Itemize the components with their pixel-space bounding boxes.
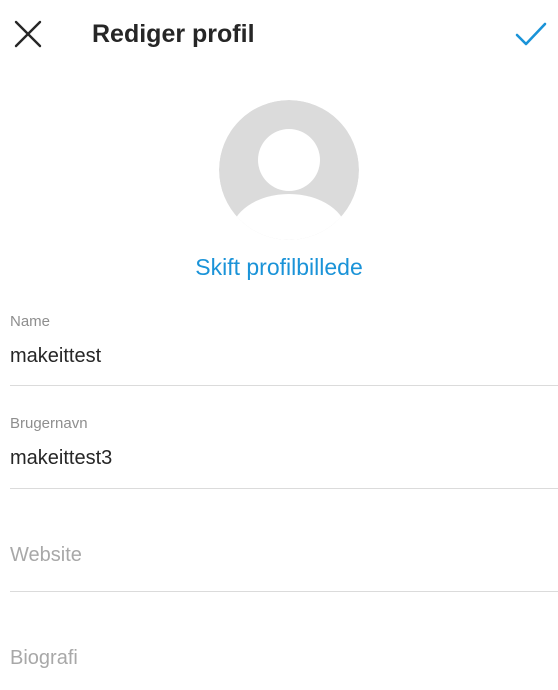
username-label: Brugernavn bbox=[10, 415, 88, 432]
username-divider bbox=[10, 488, 558, 489]
change-profile-photo-link[interactable]: Skift profilbillede bbox=[0, 250, 558, 284]
website-divider bbox=[10, 591, 558, 592]
bio-input[interactable]: Biografi bbox=[10, 644, 558, 672]
name-field[interactable]: Name makeittest bbox=[10, 312, 558, 370]
default-avatar-icon bbox=[219, 100, 359, 240]
close-icon bbox=[14, 20, 42, 48]
profile-avatar[interactable] bbox=[219, 100, 359, 240]
name-divider bbox=[10, 385, 558, 386]
website-field[interactable]: Website bbox=[10, 541, 558, 569]
name-label: Name bbox=[10, 313, 51, 330]
website-input[interactable]: Website bbox=[10, 541, 558, 569]
checkmark-icon bbox=[515, 22, 547, 46]
save-button[interactable] bbox=[510, 14, 552, 54]
page-title: Rediger profil bbox=[92, 20, 255, 48]
username-field[interactable]: Brugernavn makeittest3 bbox=[10, 414, 558, 472]
username-input[interactable]: makeittest3 bbox=[10, 444, 558, 472]
bio-field[interactable]: Biografi bbox=[10, 644, 558, 672]
close-button[interactable] bbox=[8, 14, 48, 54]
header-bar: Rediger profil bbox=[0, 0, 558, 70]
name-input[interactable]: makeittest bbox=[10, 342, 558, 370]
